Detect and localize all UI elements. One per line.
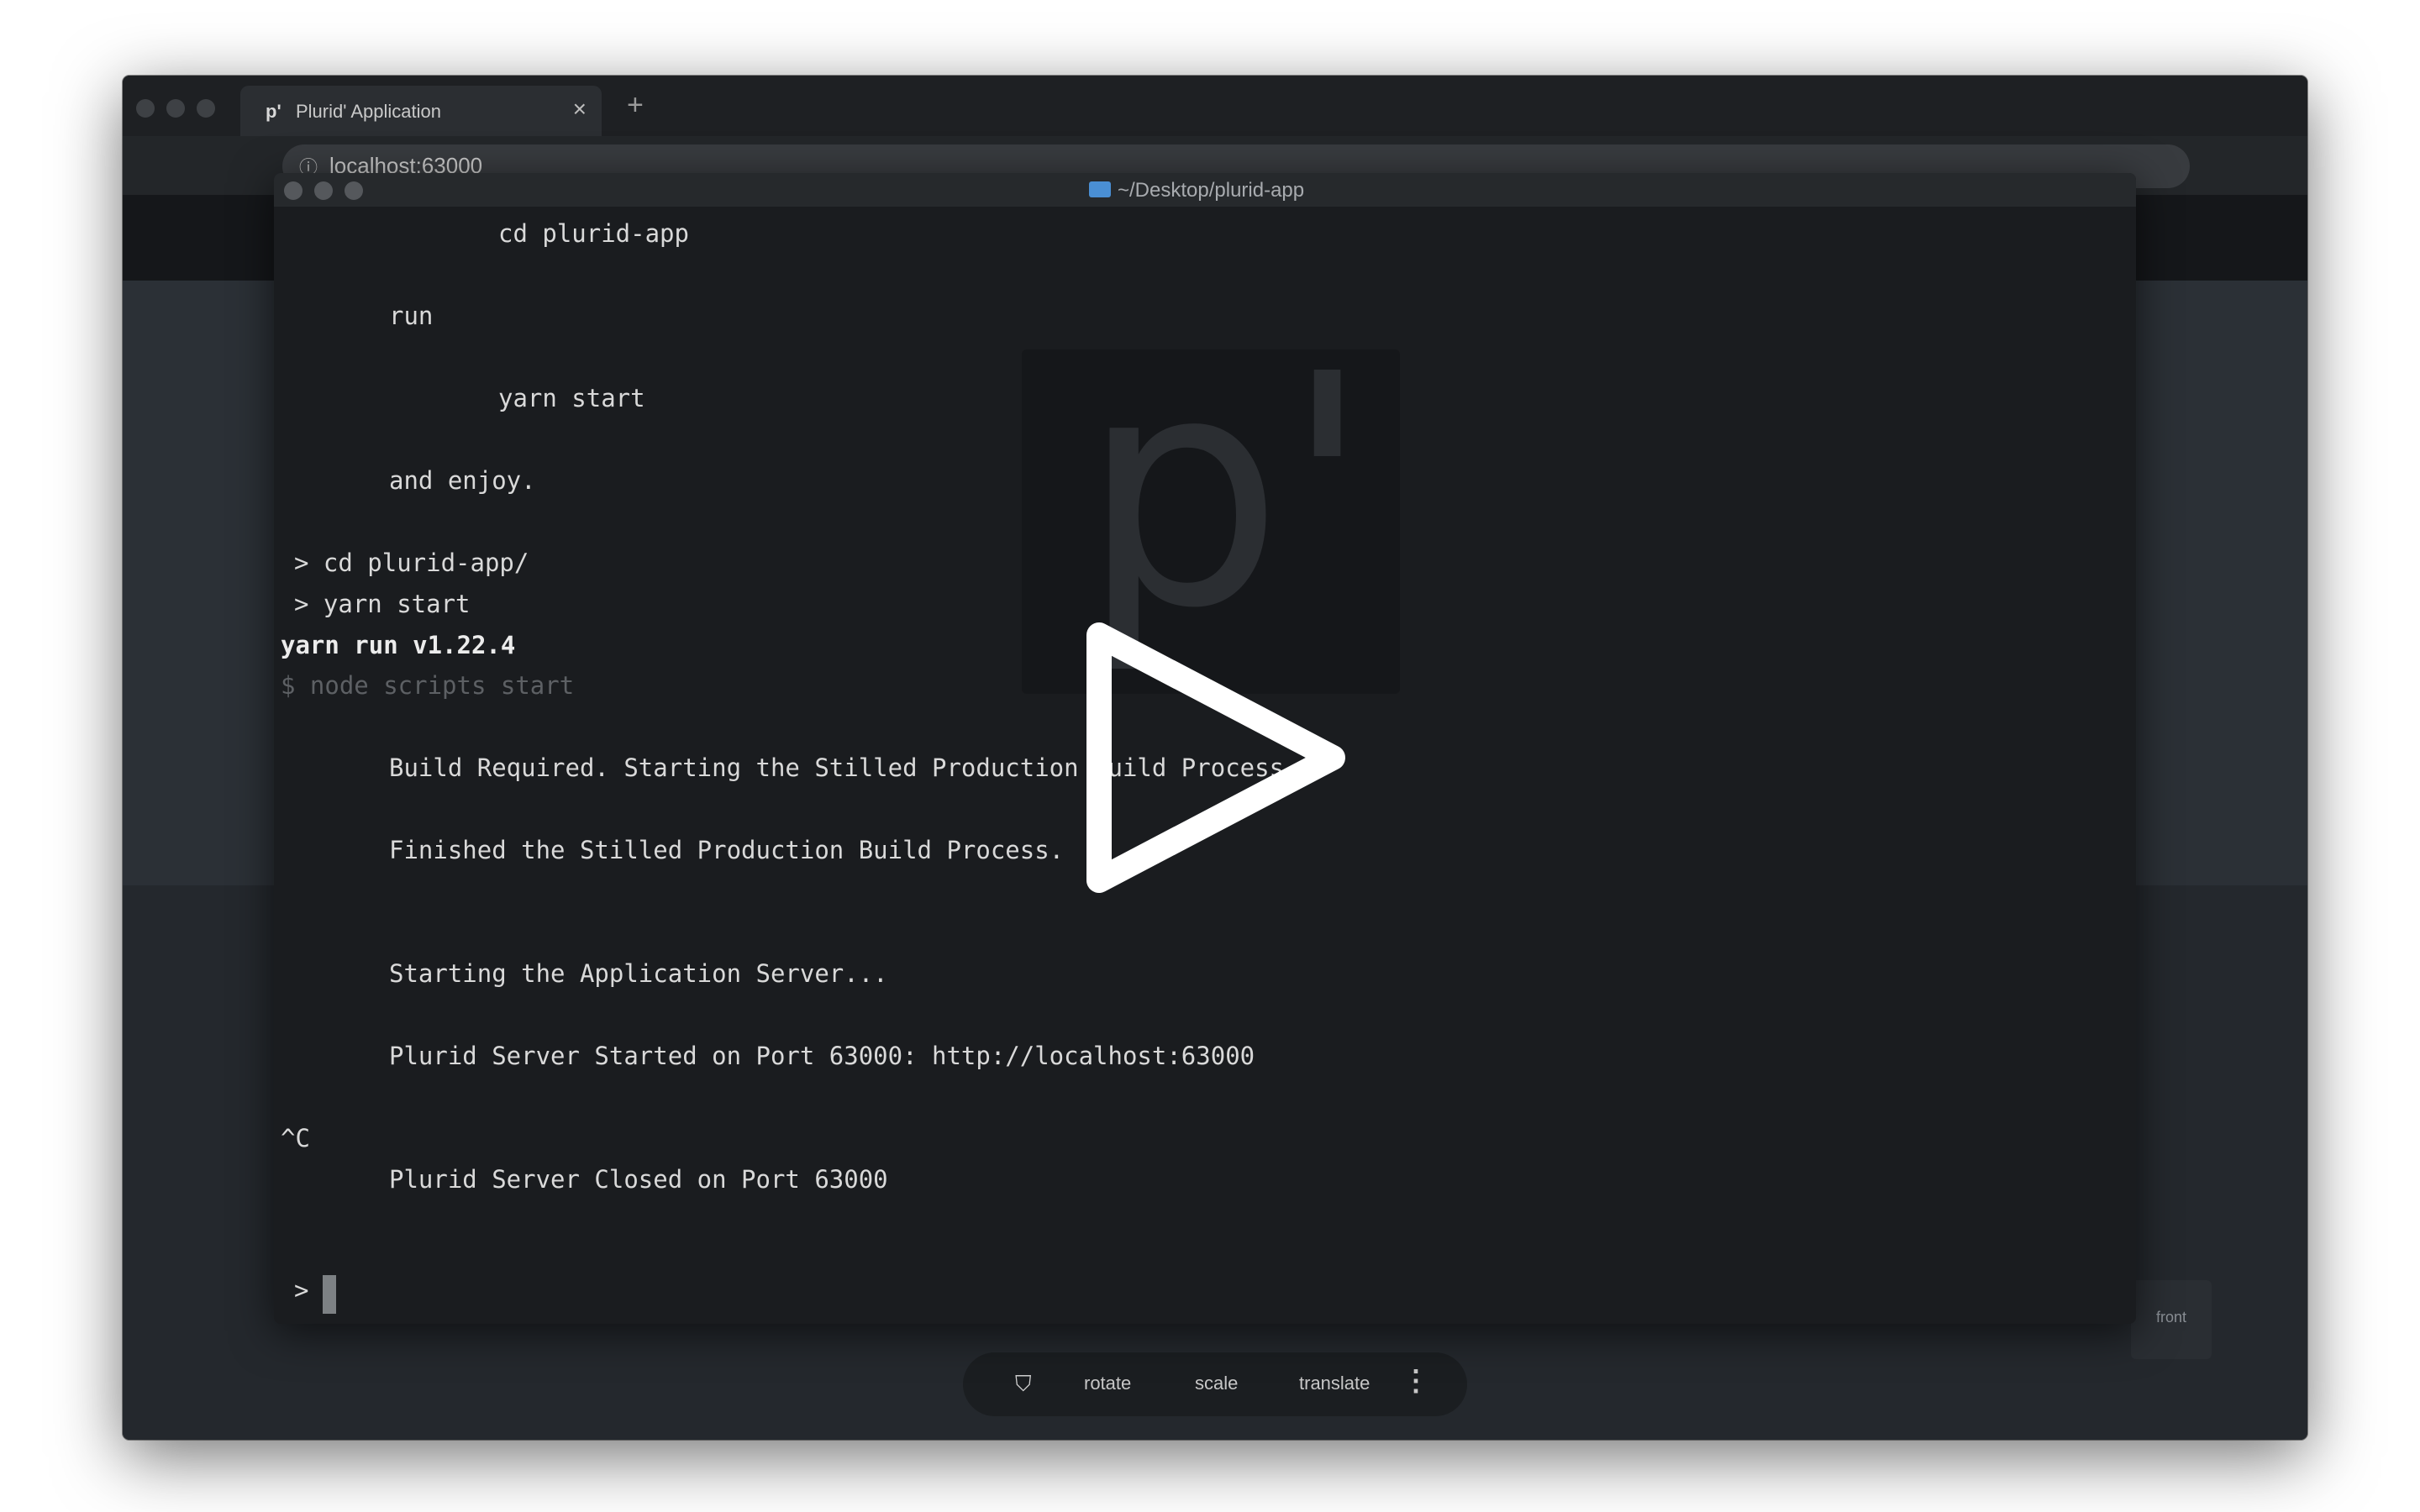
terminal-prompt: > <box>294 1276 309 1305</box>
tab-title: Plurid' Application <box>296 101 441 122</box>
rotate-button[interactable]: rotate <box>1084 1373 1131 1394</box>
terminal-cursor <box>323 1275 336 1314</box>
front-view-button[interactable]: front <box>2131 1280 2212 1359</box>
transform-toolbar: ⛉ rotate scale translate ⋮ <box>963 1352 1467 1416</box>
terminal-line: Plurid Server Started on Port 63000: htt… <box>389 1042 1255 1070</box>
terminal-line: yarn run v1.22.4 <box>281 631 516 659</box>
terminal-line: Plurid Server Closed on Port 63000 <box>389 1165 888 1194</box>
play-icon[interactable] <box>1084 620 1351 895</box>
more-vertical-icon[interactable]: ⋮ <box>1402 1364 1430 1398</box>
folder-icon <box>1089 181 1111 197</box>
tab-favicon-icon: p' <box>266 101 281 122</box>
tab-plurid-application[interactable]: p' Plurid' Application × <box>240 86 602 136</box>
new-tab-button[interactable]: + <box>627 91 644 119</box>
plurid-logo: p' <box>1081 306 1371 678</box>
terminal-line: $ node scripts start <box>281 671 575 700</box>
terminal-line: > yarn start <box>294 590 471 618</box>
terminal-line: Finished the Stilled Production Build Pr… <box>389 836 1065 864</box>
shield-icon[interactable]: ⛉ <box>1015 1371 1032 1398</box>
terminal-minimize-light[interactable] <box>314 181 333 200</box>
terminal-line: Starting the Application Server... <box>389 959 888 988</box>
tab-strip: p' Plurid' Application × + <box>123 76 2307 136</box>
front-view-label: front <box>2155 1309 2187 1326</box>
terminal-line: and enjoy. <box>389 466 536 495</box>
terminal-line: yarn start <box>498 384 645 412</box>
terminal-line: > cd plurid-app/ <box>294 549 529 577</box>
scale-button[interactable]: scale <box>1195 1373 1238 1394</box>
terminal-title: ~/Desktop/plurid-app <box>1118 179 1305 202</box>
terminal-close-light[interactable] <box>284 181 302 200</box>
terminal-line: run <box>389 302 434 330</box>
close-icon[interactable]: × <box>573 97 587 121</box>
window-zoom-light[interactable] <box>197 99 215 118</box>
window-minimize-light[interactable] <box>166 99 185 118</box>
window-close-light[interactable] <box>136 99 155 118</box>
terminal-zoom-light[interactable] <box>345 181 363 200</box>
terminal-titlebar: ~/Desktop/plurid-app <box>274 173 2136 207</box>
terminal-line: ^C <box>281 1124 310 1152</box>
terminal-line: cd plurid-app <box>498 219 689 248</box>
translate-button[interactable]: translate <box>1299 1373 1370 1394</box>
